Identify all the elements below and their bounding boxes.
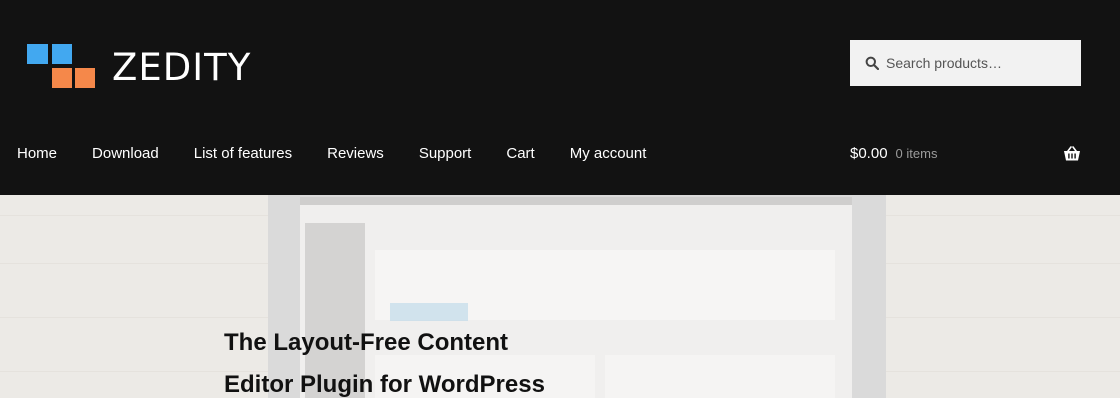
nav-item-home[interactable]: Home: [17, 144, 57, 164]
nav-item-reviews[interactable]: Reviews: [327, 144, 384, 164]
primary-navigation: Home Download List of features Reviews S…: [17, 144, 681, 164]
nav-item-list-of-features[interactable]: List of features: [194, 144, 292, 164]
hero-banner: The Layout-Free Content Editor Plugin fo…: [0, 195, 1120, 398]
hero-headline-line-1: The Layout-Free Content: [224, 329, 509, 356]
cart-amount[interactable]: $0.00: [850, 144, 888, 164]
nav-item-cart[interactable]: Cart: [506, 144, 534, 164]
site-logo[interactable]: ZEDITY: [27, 44, 251, 90]
cart-item-count[interactable]: 0 items: [896, 144, 938, 164]
search-input[interactable]: [886, 55, 1071, 71]
site-header: ZEDITY Home Download List of features Re…: [0, 0, 1120, 195]
nav-item-my-account[interactable]: My account: [570, 144, 647, 164]
nav-item-download[interactable]: Download: [92, 144, 159, 164]
logo-mark-icon: [27, 44, 97, 90]
hero-headline: The Layout-Free Content Editor Plugin fo…: [224, 322, 545, 398]
header-cart[interactable]: $0.00 0 items: [850, 144, 1081, 164]
basket-icon[interactable]: [1063, 146, 1081, 162]
nav-item-support[interactable]: Support: [419, 144, 472, 164]
search-box[interactable]: [850, 40, 1081, 86]
logo-text: ZEDITY: [112, 45, 252, 89]
search-icon: [865, 56, 879, 70]
hero-headline-line-2: Editor Plugin for WordPress: [224, 371, 545, 398]
